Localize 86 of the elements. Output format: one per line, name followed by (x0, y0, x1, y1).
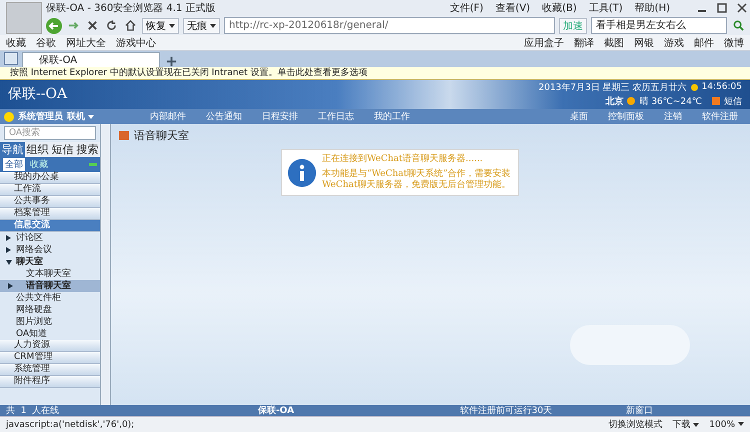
stop-icon[interactable] (87, 20, 98, 31)
message-text: 正在连接到WeChat语音聊天服务器...... (322, 154, 484, 165)
toolbar-link[interactable]: 翻译 (574, 36, 594, 50)
menu-item[interactable]: 文件(F) (450, 1, 484, 15)
footer-title: 保联-OA (256, 404, 296, 417)
nav-tab[interactable]: 导航 (0, 142, 25, 157)
back-icon[interactable] (46, 18, 62, 34)
tree-item[interactable]: 网络会议 (0, 244, 100, 256)
tree-item[interactable]: 聊天室 (0, 256, 100, 268)
nav-tab[interactable]: 搜索 (75, 142, 100, 157)
online-count: 共 1 人在线 (5, 404, 60, 417)
toolbar-button[interactable]: 桌面 (562, 110, 596, 123)
toolbar-button[interactable]: 内部邮件 (142, 110, 194, 123)
menu-section[interactable]: 信息交流 (0, 220, 100, 232)
favorite-link[interactable]: 网址大全 (66, 36, 106, 50)
app-logo: 保联--OA (7, 85, 68, 104)
toolbar-button[interactable]: 工作日志 (310, 110, 362, 123)
download-button[interactable]: 下载 (672, 418, 700, 431)
sms-link[interactable]: 短信 (724, 94, 742, 108)
close-icon[interactable] (737, 3, 747, 13)
window-title: 保联-OA - 360安全浏览器 4.1 正式版 (46, 2, 216, 15)
toolbar-link[interactable]: 邮件 (694, 36, 714, 50)
toolbar-button[interactable]: 注销 (656, 110, 690, 123)
toolbar-button[interactable]: 我的工作 (366, 110, 418, 123)
zoom-button[interactable]: 100% (709, 420, 744, 430)
menu-item[interactable]: 工具(T) (588, 1, 623, 15)
toolbar-link[interactable]: 网银 (634, 36, 654, 50)
new-tab-icon[interactable] (166, 56, 177, 67)
tree-item[interactable]: 公共文件柜 (0, 292, 100, 304)
private-mode-button[interactable]: 无痕 (183, 18, 220, 34)
tree-item[interactable]: 图片浏览 (0, 316, 100, 328)
menu-section[interactable]: 附件程序 (0, 376, 100, 388)
toolbar-button[interactable]: 公告通知 (198, 110, 250, 123)
status-text: javascript:a('netdisk','76',0); (6, 420, 134, 430)
tree-item[interactable]: 语音聊天室 (0, 280, 100, 292)
menu-item[interactable]: 查看(V) (495, 1, 530, 15)
page-title: 语音聊天室 (134, 128, 189, 143)
menu-section[interactable]: CRM管理 (0, 352, 100, 364)
new-window-link[interactable]: 新窗口 (586, 404, 653, 417)
menu-section[interactable]: 系统管理 (0, 364, 100, 376)
city-text: 北京 (605, 95, 624, 108)
toolbar-link[interactable]: 截图 (604, 36, 624, 50)
tree-item[interactable]: OA知道 (0, 328, 100, 340)
toolbar-button[interactable]: 日程安排 (254, 110, 306, 123)
weather-text: 晴 36℃~24℃ (639, 96, 702, 108)
favorite-link[interactable]: 谷歌 (36, 36, 56, 50)
filter-tab[interactable]: 全部 (3, 158, 25, 171)
search-field[interactable]: 看手相是男左女右么 (591, 17, 727, 34)
tree-item[interactable]: 网络硬盘 (0, 304, 100, 316)
scrollbar[interactable] (101, 124, 111, 405)
sun-icon (627, 97, 636, 105)
refresh-icon[interactable] (106, 20, 117, 31)
status-menu[interactable]: 联机 (67, 110, 94, 123)
tree-item[interactable]: 文本聊天室 (0, 268, 100, 280)
menu-section[interactable]: 人力资源 (0, 340, 100, 352)
sidebar-toggle-icon[interactable] (4, 52, 18, 65)
time-text: 14:56:05 (702, 82, 742, 92)
menu-item[interactable]: 收藏(B) (542, 1, 577, 15)
menu-section[interactable]: 公共事务 (0, 196, 100, 208)
toolbar-button[interactable]: 软件注册 (694, 110, 746, 123)
maximize-icon[interactable] (717, 3, 727, 13)
menu-section[interactable]: 档案管理 (0, 208, 100, 220)
toolbar-link[interactable]: 游戏 (664, 36, 684, 50)
menu-section[interactable]: 工作流 (0, 184, 100, 196)
address-field[interactable]: http://rc-xp-20120618r/general/ (224, 17, 555, 34)
nav-tab[interactable]: 组织 (25, 142, 50, 157)
browser-tab[interactable]: 保联-OA (22, 52, 160, 67)
toolbar-link[interactable]: 微博 (724, 36, 744, 50)
menu-section[interactable]: 我的办公桌 (0, 172, 100, 184)
search-icon[interactable] (733, 20, 744, 31)
date-text: 2013年7月3日 星期三 农历五月廿六 (538, 82, 687, 94)
message-text: 本功能是与“WeChat聊天系统”合作，需要安装WeChat聊天服务器，免费版无后台管理功能。 (322, 169, 512, 191)
favorite-link[interactable]: 收藏 (6, 36, 26, 50)
info-bar[interactable]: 按照 Internet Explorer 中的默认设置现在已关闭 Intranet 设置。单击此处查看更多选项 (0, 67, 750, 80)
menu-item[interactable]: 帮助(H) (634, 1, 670, 15)
info-icon (288, 158, 316, 186)
toolbar-button[interactable]: 控制面板 (600, 110, 652, 123)
filter-tab[interactable]: 收藏 (28, 158, 50, 171)
nav-tab[interactable]: 短信 (50, 142, 75, 157)
user-name: 系统管理员 (18, 110, 63, 123)
trial-notice: 软件注册前可运行30天 (458, 404, 554, 417)
restore-button[interactable]: 恢复 (142, 18, 179, 34)
browse-mode-button[interactable]: 切换浏览模式 (608, 418, 662, 431)
tree-item[interactable]: 讨论区 (0, 232, 100, 244)
toolbar-link[interactable]: 应用盒子 (524, 36, 564, 50)
favorite-link[interactable]: 游戏中心 (116, 36, 156, 50)
